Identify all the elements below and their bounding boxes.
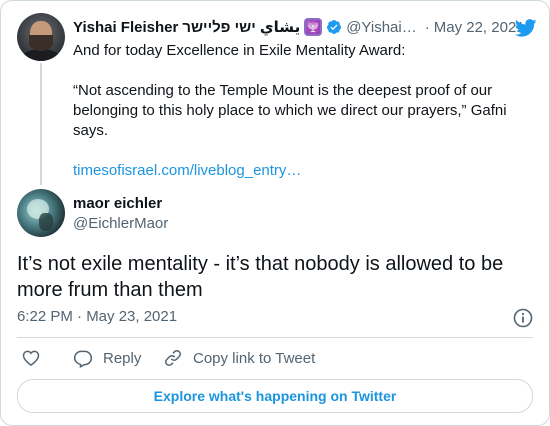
divider [17,337,533,338]
reply-button[interactable]: Reply [73,347,141,369]
parent-display-name-rtl[interactable]: يشاي ישי פליישר [182,18,300,36]
verified-icon [326,19,342,35]
separator-dot: · [424,18,430,36]
parent-header: Yishai Fleisher يشاي ישי פליישר 🕎 @Yisha… [73,17,533,37]
tweet-text: It’s not exile mentality - it’s that nob… [17,253,504,301]
author-display-name[interactable]: maor eichler [73,195,162,212]
avatar-beard-shape [29,35,53,51]
info-icon[interactable] [513,308,533,328]
avatar-shadow-shape [39,213,53,231]
parent-date[interactable]: May 22, 2021 [434,19,525,36]
tweet-meta: 6:22 PM · May 23, 2021 [17,308,533,328]
tweet-timestamp[interactable]: 6:22 PM · May 23, 2021 [17,308,177,325]
embedded-tweet-card: Yishai Fleisher يشاي ישי פליישר 🕎 @Yisha… [0,0,550,426]
parent-avatar[interactable] [17,13,65,61]
tweet-author[interactable]: maor eichler @EichlerMaor [17,187,537,239]
like-button[interactable] [21,347,41,369]
twitter-bird-icon[interactable] [515,19,537,37]
explore-twitter-button[interactable]: Explore what's happening on Twitter [17,379,533,413]
author-handle[interactable]: @EichlerMaor [73,215,168,232]
copy-link-button[interactable]: Copy link to Tweet [163,347,315,369]
reply-label: Reply [103,349,142,367]
parent-tweet-text: And for today Excellence in Exile Mental… [73,41,533,181]
link-icon [165,350,181,366]
heart-icon [22,350,40,366]
tweet-actions: Reply Copy link to Tweet [17,347,533,369]
reply-icon [73,350,93,368]
parent-text-line1: And for today Excellence in Exile Mental… [73,42,406,59]
parent-handle[interactable]: @Yishai… [346,19,417,36]
parent-display-name[interactable]: Yishai Fleisher [73,19,178,36]
menorah-icon: 🕎 [304,18,323,36]
thread-connector-line [40,63,42,185]
copy-link-label: Copy link to Tweet [193,349,316,367]
parent-text-quote: “Not ascending to the Temple Mount is th… [73,82,507,139]
parent-link[interactable]: timesofisrael.com/liveblog_entry… [73,161,533,181]
author-avatar[interactable] [17,189,65,237]
